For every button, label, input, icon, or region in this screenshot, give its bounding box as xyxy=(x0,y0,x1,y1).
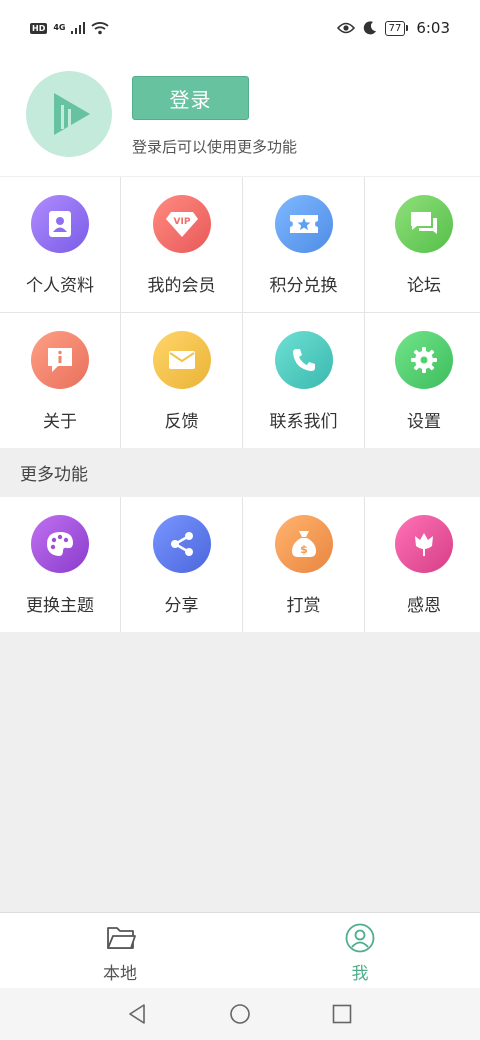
svg-text:VIP: VIP xyxy=(173,217,190,227)
tab-me[interactable]: 我 xyxy=(240,913,480,989)
main-feature-grid: 个人资料 VIP 我的会员 积分兑换 论坛 关于 反馈 联系我们 设置 xyxy=(0,177,480,448)
battery-indicator: 77 xyxy=(384,20,409,36)
grid-item-settings[interactable]: 设置 xyxy=(365,313,480,448)
vip-diamond-icon: VIP xyxy=(152,195,211,253)
grid-item-share[interactable]: 分享 xyxy=(121,497,242,632)
back-triangle-icon[interactable] xyxy=(127,1003,149,1025)
user-circle-icon xyxy=(345,923,375,953)
grid-item-theme[interactable]: 更换主题 xyxy=(0,497,120,632)
grid-item-profile[interactable]: 个人资料 xyxy=(0,177,120,312)
grid-item-label: 更换主题 xyxy=(26,596,94,616)
signal-icon xyxy=(71,22,86,34)
grid-item-label: 打赏 xyxy=(286,596,321,616)
battery-tip xyxy=(406,25,409,31)
recents-square-icon[interactable] xyxy=(331,1003,353,1025)
palette-icon xyxy=(31,515,89,573)
profile-header: 登录 登录后可以使用更多功能 xyxy=(0,56,480,176)
grid-item-label: 反馈 xyxy=(164,412,199,432)
clock: 6:03 xyxy=(416,19,450,37)
grid-item-label: 联系我们 xyxy=(269,412,338,432)
grid-item-label: 论坛 xyxy=(407,276,441,296)
grid-item-label: 个人资料 xyxy=(26,276,94,296)
chat-bubbles-icon xyxy=(395,195,453,253)
avatar[interactable] xyxy=(26,71,112,157)
grid-item-forum[interactable]: 论坛 xyxy=(365,177,480,312)
status-bar: HD 4G 77 6:03 xyxy=(0,0,480,56)
grid-item-label: 感恩 xyxy=(407,596,441,616)
info-bubble-icon xyxy=(31,331,89,389)
grid-item-vip[interactable]: VIP 我的会员 xyxy=(121,177,242,312)
login-hint: 登录后可以使用更多功能 xyxy=(132,138,298,156)
status-right: 77 6:03 xyxy=(336,19,450,37)
grid-item-thanks[interactable]: 感恩 xyxy=(365,497,480,632)
tab-local-label: 本地 xyxy=(103,964,137,984)
share-icon xyxy=(152,515,211,573)
grid-item-label: 设置 xyxy=(407,412,441,432)
play-logo-icon xyxy=(54,93,90,135)
network-type-label: 4G xyxy=(53,23,66,32)
hd-badge: HD xyxy=(30,22,48,34)
grid-item-about[interactable]: 关于 xyxy=(0,313,120,448)
grid-item-contact[interactable]: 联系我们 xyxy=(243,313,364,448)
grid-item-points[interactable]: 积分兑换 xyxy=(243,177,364,312)
grid-item-label: 分享 xyxy=(164,596,199,616)
moon-icon xyxy=(363,21,376,35)
ticket-star-icon xyxy=(274,195,333,253)
grid-item-reward[interactable]: $ 打赏 xyxy=(243,497,364,632)
system-nav-bar xyxy=(0,988,480,1040)
contact-card-icon xyxy=(31,195,89,253)
home-circle-icon[interactable] xyxy=(229,1003,251,1025)
eye-icon xyxy=(336,22,355,34)
mail-icon xyxy=(152,331,211,389)
login-button[interactable]: 登录 xyxy=(132,76,249,120)
status-left: HD 4G xyxy=(30,21,110,35)
grid-item-label: 积分兑换 xyxy=(269,276,338,296)
tulip-icon xyxy=(395,515,453,573)
grid-item-feedback[interactable]: 反馈 xyxy=(121,313,242,448)
tab-me-label: 我 xyxy=(351,964,369,984)
gear-icon xyxy=(395,331,453,389)
svg-text:$: $ xyxy=(300,543,308,556)
wifi-icon xyxy=(91,22,110,35)
bottom-nav: 本地 我 xyxy=(0,912,480,988)
section-title: 更多功能 xyxy=(0,448,480,497)
grid-item-label: 关于 xyxy=(43,412,77,432)
tab-local[interactable]: 本地 xyxy=(0,913,240,989)
money-bag-icon: $ xyxy=(274,515,333,573)
phone-icon xyxy=(274,331,333,389)
grid-item-label: 我的会员 xyxy=(147,276,216,296)
more-feature-grid: 更换主题 分享 $ 打赏 感恩 xyxy=(0,497,480,632)
battery-level: 77 xyxy=(384,20,406,36)
folder-icon xyxy=(107,927,136,949)
